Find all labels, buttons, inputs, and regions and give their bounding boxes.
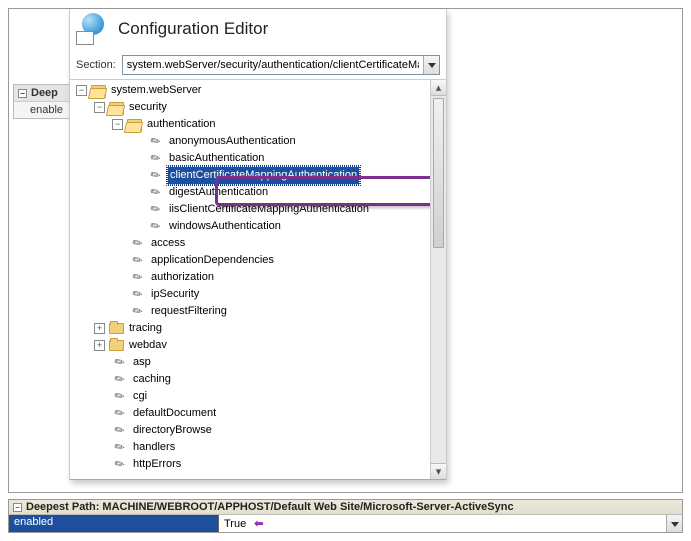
tree-label: handlers: [131, 439, 177, 456]
tree-label: security: [127, 99, 169, 116]
tree-label: anonymousAuthentication: [167, 133, 298, 150]
page-title: Configuration Editor: [118, 19, 268, 39]
pencil-icon: ✎: [148, 169, 164, 183]
tree-label: caching: [131, 371, 173, 388]
pencil-icon: ✎: [112, 407, 128, 421]
section-input[interactable]: [123, 56, 423, 74]
deepest-path-panel: − Deepest Path: MACHINE/WEBROOT/APPHOST/…: [8, 499, 683, 533]
tree-label: asp: [131, 354, 153, 371]
deepest-path-value: MACHINE/WEBROOT/APPHOST/Default Web Site…: [102, 501, 513, 513]
pencil-icon: ✎: [148, 186, 164, 200]
tree-node-leaf[interactable]: ✎ httpErrors: [72, 456, 430, 473]
tree-node-leaf[interactable]: ✎ asp: [72, 354, 430, 371]
tree-node-systemwebserver[interactable]: − system.webServer: [72, 82, 430, 99]
tree-node-security[interactable]: − security: [72, 99, 430, 116]
tree-node-leaf[interactable]: ✎ basicAuthentication: [72, 150, 430, 167]
pencil-icon: ✎: [130, 254, 146, 268]
tree-label: directoryBrowse: [131, 422, 214, 439]
pencil-icon: ✎: [148, 152, 164, 166]
tree-node-leaf[interactable]: ✎ cgi: [72, 388, 430, 405]
tree-label: system.webServer: [109, 82, 203, 99]
tree-label: windowsAuthentication: [167, 218, 283, 235]
tree-label: ipSecurity: [149, 286, 201, 303]
tree-label: iisClientCertificateMappingAuthenticatio…: [167, 201, 371, 218]
tree-node-leaf[interactable]: ✎ access: [72, 235, 430, 252]
expander-minus-icon[interactable]: −: [112, 119, 123, 130]
pencil-icon: ✎: [130, 271, 146, 285]
scroll-down-icon[interactable]: ▾: [431, 463, 446, 479]
tree-node-leaf[interactable]: ✎ directoryBrowse: [72, 422, 430, 439]
tree-node-leaf[interactable]: ✎ applicationDependencies: [72, 252, 430, 269]
property-value: True: [224, 518, 246, 530]
tree-label: webdav: [127, 337, 169, 354]
folder-open-icon: [126, 118, 142, 132]
bg-grid-title: Deep: [31, 87, 58, 99]
expander-plus-icon[interactable]: +: [94, 323, 105, 334]
pencil-icon: ✎: [112, 373, 128, 387]
tree-node-tracing[interactable]: + tracing: [72, 320, 430, 337]
pencil-icon: ✎: [112, 441, 128, 455]
section-dropdown-button[interactable]: [423, 56, 439, 74]
pencil-icon: ✎: [130, 288, 146, 302]
pencil-icon: ✎: [148, 220, 164, 234]
tree-node-leaf[interactable]: ✎ windowsAuthentication: [72, 218, 430, 235]
tree-label: requestFiltering: [149, 303, 229, 320]
tree-label: cgi: [131, 388, 149, 405]
tree-node-leaf[interactable]: ✎ defaultDocument: [72, 405, 430, 422]
section-combobox[interactable]: [122, 55, 440, 75]
expander-plus-icon[interactable]: +: [94, 340, 105, 351]
section-label: Section:: [76, 59, 116, 71]
tree-label: access: [149, 235, 187, 252]
folder-open-icon: [90, 84, 106, 98]
expander-minus-icon[interactable]: −: [94, 102, 105, 113]
pencil-icon: ✎: [112, 458, 128, 472]
tree-node-leaf[interactable]: ✎ iisClientCertificateMappingAuthenticat…: [72, 201, 430, 218]
pencil-icon: ✎: [112, 424, 128, 438]
tree-label-selected: clientCertificateMappingAuthentication: [167, 166, 360, 185]
property-name-enabled[interactable]: enabled: [9, 515, 219, 532]
pencil-icon: ✎: [130, 305, 146, 319]
pencil-icon: ✎: [112, 356, 128, 370]
tree-label: httpErrors: [131, 456, 183, 473]
tree-node-leaf[interactable]: ✎ anonymousAuthentication: [72, 133, 430, 150]
collapse-icon[interactable]: −: [13, 503, 22, 512]
property-value-cell[interactable]: True ⬅: [219, 515, 682, 532]
folder-open-icon: [108, 101, 124, 115]
deepest-path-label: Deepest Path:: [26, 501, 99, 513]
tree-node-leaf[interactable]: ✎ authorization: [72, 269, 430, 286]
config-editor-icon: [76, 13, 108, 45]
tree-label: basicAuthentication: [167, 150, 266, 167]
tree-node-authentication[interactable]: − authentication: [72, 116, 430, 133]
property-dropdown-button[interactable]: [666, 515, 682, 532]
tree-label: authentication: [145, 116, 218, 133]
section-tree[interactable]: − system.webServer − security − authenti…: [70, 80, 430, 479]
tree-label: digestAuthentication: [167, 184, 270, 201]
tree-label: authorization: [149, 269, 216, 286]
pencil-icon: ✎: [148, 203, 164, 217]
tree-node-leaf[interactable]: ✎ caching: [72, 371, 430, 388]
scroll-up-icon[interactable]: ▴: [431, 80, 446, 96]
config-editor-panel: Configuration Editor Section: − system.w…: [69, 9, 447, 480]
tree-label: applicationDependencies: [149, 252, 276, 269]
tree-node-webdav[interactable]: + webdav: [72, 337, 430, 354]
folder-closed-icon: [108, 322, 124, 336]
pencil-icon: ✎: [148, 135, 164, 149]
collapse-icon[interactable]: −: [18, 89, 27, 98]
folder-closed-icon: [108, 339, 124, 353]
tree-node-leaf[interactable]: ✎ digestAuthentication: [72, 184, 430, 201]
tree-label: tracing: [127, 320, 164, 337]
expander-minus-icon[interactable]: −: [76, 85, 87, 96]
tree-node-leaf[interactable]: ✎ ipSecurity: [72, 286, 430, 303]
tree-scrollbar[interactable]: ▴ ▾: [430, 80, 446, 479]
pencil-icon: ✎: [112, 390, 128, 404]
tree-node-leaf[interactable]: ✎ requestFiltering: [72, 303, 430, 320]
scroll-thumb[interactable]: [433, 98, 444, 248]
pencil-icon: ✎: [130, 237, 146, 251]
tree-label: defaultDocument: [131, 405, 218, 422]
tree-node-leaf[interactable]: ✎ handlers: [72, 439, 430, 456]
annotation-arrow-icon: ⬅: [254, 517, 263, 530]
tree-node-clientcertmapping[interactable]: ✎ clientCertificateMappingAuthentication: [72, 167, 430, 184]
